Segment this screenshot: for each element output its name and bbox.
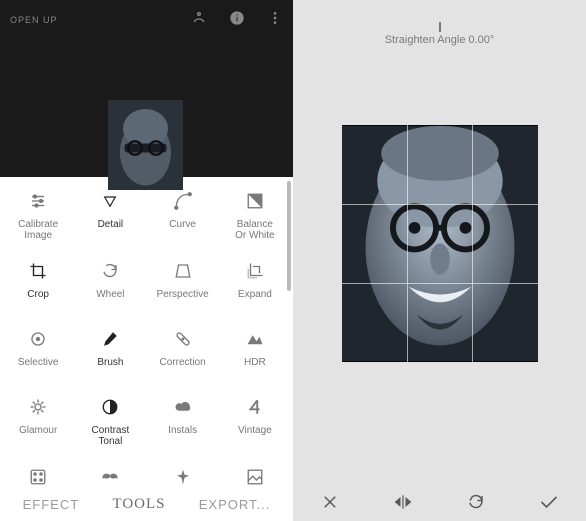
share-icon[interactable] [191, 10, 207, 31]
tool-selective[interactable]: Selective [2, 319, 74, 387]
rotate-icon [101, 259, 119, 283]
info-icon[interactable] [229, 10, 245, 31]
tool-label: Vintage [238, 425, 272, 445]
image-preview-dimmed: OPEN UP [0, 0, 293, 177]
tool-label: Instals [168, 425, 197, 445]
crop-icon [29, 259, 47, 283]
tool-label: Calibrate Image [18, 219, 58, 241]
tools-grid-container: Calibrate Image Detail Curve Balance Or Whi… [0, 177, 293, 487]
tool-label: Balance Or White [235, 219, 274, 241]
expand-icon [246, 259, 264, 283]
tool-label: Crop [27, 289, 49, 309]
tool-correction[interactable]: Correction [147, 319, 219, 387]
mountain-icon [246, 327, 264, 351]
tool-label: Expand [238, 289, 272, 309]
mustache-icon [100, 465, 120, 487]
tool-perspective[interactable]: Perspective [147, 251, 219, 319]
action-bar [293, 487, 586, 521]
tool-row5b[interactable] [74, 457, 146, 487]
tool-curve[interactable]: Curve [147, 181, 219, 251]
tool-vintage[interactable]: Vintage [219, 387, 291, 457]
tool-label: Contrast Tonal [91, 425, 129, 447]
half-circle-icon [101, 395, 119, 419]
tool-label: Brush [97, 357, 123, 377]
tool-label: Curve [169, 219, 196, 239]
crop-canvas[interactable] [293, 50, 586, 487]
tool-label: Detail [98, 219, 124, 239]
tool-contrast[interactable]: Contrast Tonal [74, 387, 146, 457]
sliders-icon [28, 189, 48, 213]
tools-grid: Calibrate Image Detail Curve Balance Or Whi… [0, 177, 293, 487]
tool-hdr[interactable]: HDR [219, 319, 291, 387]
tools-panel: OPEN UP [0, 0, 293, 521]
target-icon [29, 327, 47, 351]
rotate-button[interactable] [456, 493, 496, 516]
preview-thumbnail [48, 100, 243, 190]
bottom-tabs: EFFECT TOOLS EXPORT... [0, 487, 293, 521]
wb-icon [246, 189, 264, 213]
tool-row5c[interactable] [147, 457, 219, 487]
flip-button[interactable] [383, 494, 423, 515]
image-icon [246, 465, 264, 487]
face-photo [342, 125, 538, 362]
perspective-icon [174, 259, 192, 283]
tool-row5d[interactable] [219, 457, 291, 487]
tool-crop[interactable]: Crop [2, 251, 74, 319]
tool-balance[interactable]: Balance Or White [219, 181, 291, 251]
tool-glamour[interactable]: Glamour [2, 387, 74, 457]
tab-effect[interactable]: EFFECT [23, 497, 80, 512]
slider-tick [439, 22, 441, 32]
spark-icon [175, 465, 191, 487]
tab-export[interactable]: EXPORT... [199, 497, 271, 512]
tool-instals[interactable]: Instals [147, 387, 219, 457]
straighten-panel: Straighten Angle 0.00° [293, 0, 586, 521]
curve-icon [174, 189, 192, 213]
tool-label: Wheel [96, 289, 124, 309]
tool-detail[interactable]: Detail [74, 181, 146, 251]
tool-label: Selective [18, 357, 59, 377]
open-label[interactable]: OPEN UP [10, 15, 58, 25]
angle-slider[interactable]: Straighten Angle 0.00° [293, 0, 586, 50]
confirm-button[interactable] [529, 494, 569, 515]
bandage-icon [174, 327, 192, 351]
tool-row5a[interactable] [2, 457, 74, 487]
sparkle-icon [29, 395, 47, 419]
tool-label: Perspective [157, 289, 209, 309]
tool-calibrate[interactable]: Calibrate Image [2, 181, 74, 251]
brush-icon [101, 327, 119, 351]
face-placeholder [48, 100, 243, 190]
crop-image[interactable] [342, 125, 538, 362]
tool-expand[interactable]: Expand [219, 251, 291, 319]
more-vert-icon[interactable] [267, 10, 283, 31]
tool-brush[interactable]: Brush [74, 319, 146, 387]
tab-tools[interactable]: TOOLS [112, 496, 165, 513]
cancel-button[interactable] [310, 493, 350, 516]
tool-label: Glamour [19, 425, 57, 445]
dice-icon [29, 465, 47, 487]
triangle-down-icon [101, 189, 119, 213]
tool-label: Correction [160, 357, 206, 377]
tool-wheel[interactable]: Wheel [74, 251, 146, 319]
tool-label: HDR [244, 357, 266, 377]
four-icon [247, 395, 263, 419]
header-bar: OPEN UP [0, 0, 293, 40]
angle-readout: Straighten Angle 0.00° [385, 34, 495, 50]
cloud-icon [174, 395, 192, 419]
